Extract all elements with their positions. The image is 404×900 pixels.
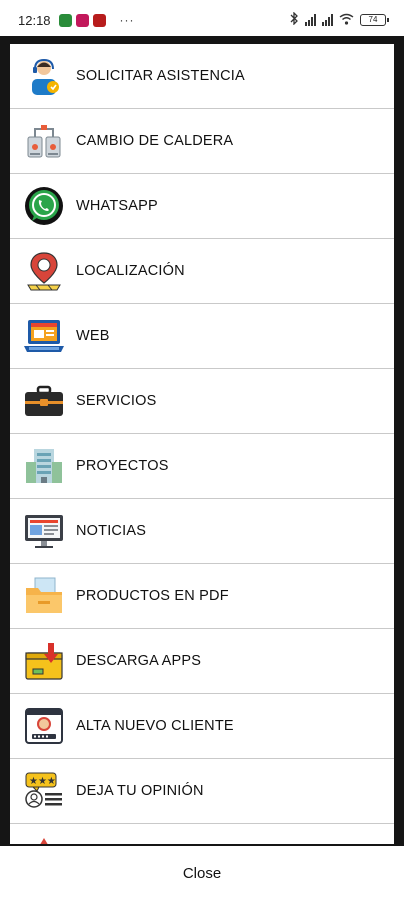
download-box-icon xyxy=(20,637,68,685)
status-bar: 12:18 ··· 74 xyxy=(0,0,404,40)
menu-item-label: SOLICITAR ASISTENCIA xyxy=(76,68,245,84)
review-rating-icon: ★★★ xyxy=(20,767,68,815)
signal-icon xyxy=(322,14,333,26)
whatsapp-notification-icon xyxy=(58,13,72,27)
menu-item-label: PROYECTOS xyxy=(76,458,169,474)
menu-item-deja-tu-opinion[interactable]: ★★★ DEJA TU OPINIÓN xyxy=(10,759,394,824)
svg-text:★★★: ★★★ xyxy=(29,776,56,787)
menu-item-web[interactable]: WEB xyxy=(10,304,394,369)
menu-dialog: SOLICITAR ASISTENCIA CAMBIO DE CALDERA W… xyxy=(10,44,394,844)
app-notification-icon xyxy=(92,13,106,27)
building-icon xyxy=(20,442,68,490)
menu-item-label: PRODUCTOS EN PDF xyxy=(76,588,229,604)
whatsapp-icon xyxy=(20,182,68,230)
menu-item-solicitar-asistencia[interactable]: SOLICITAR ASISTENCIA xyxy=(10,44,394,109)
menu-item-productos-en-pdf[interactable]: PRODUCTOS EN PDF xyxy=(10,564,394,629)
battery-icon: 74 xyxy=(360,14,389,26)
wifi-icon xyxy=(339,13,354,28)
signal-icon xyxy=(305,14,316,26)
menu-item-noticias[interactable]: NOTICIAS xyxy=(10,499,394,564)
menu-item-cambio-de-caldera[interactable]: CAMBIO DE CALDERA xyxy=(10,109,394,174)
app-notification-icon xyxy=(75,13,89,27)
menu-item-label: LOCALIZACIÓN xyxy=(76,263,185,279)
briefcase-icon xyxy=(20,377,68,425)
menu-item-label: DEJA TU OPINIÓN xyxy=(76,783,204,799)
menu-item-descarga-apps[interactable]: DESCARGA APPS xyxy=(10,629,394,694)
news-monitor-icon xyxy=(20,507,68,555)
partial-item-icon xyxy=(20,832,68,844)
menu-item-label: ALTA NUEVO CLIENTE xyxy=(76,718,234,734)
menu-item-label: CAMBIO DE CALDERA xyxy=(76,133,234,149)
menu-item-alta-nuevo-cliente[interactable]: ALTA NUEVO CLIENTE xyxy=(10,694,394,759)
laptop-web-icon xyxy=(20,312,68,360)
support-agent-icon xyxy=(20,52,68,100)
menu-item-label: DESCARGA APPS xyxy=(76,653,202,669)
location-pin-icon xyxy=(20,247,68,295)
close-button[interactable]: Close xyxy=(183,865,221,882)
dialog-footer: Close xyxy=(0,846,404,900)
menu-item-label: NOTICIAS xyxy=(76,523,147,539)
menu-item-whatsapp[interactable]: WHATSAPP xyxy=(10,174,394,239)
menu-item-partial[interactable] xyxy=(10,824,394,844)
more-notifications-icon: ··· xyxy=(119,13,135,27)
folder-icon xyxy=(20,572,68,620)
menu-item-label: WHATSAPP xyxy=(76,198,158,214)
menu-list: SOLICITAR ASISTENCIA CAMBIO DE CALDERA W… xyxy=(10,44,394,844)
menu-item-localizacion[interactable]: LOCALIZACIÓN xyxy=(10,239,394,304)
menu-item-label: WEB xyxy=(76,328,110,344)
new-client-icon xyxy=(20,702,68,750)
bluetooth-icon xyxy=(290,11,299,28)
menu-item-label: SERVICIOS xyxy=(76,393,157,409)
status-time: 12:18 xyxy=(18,12,51,28)
status-indicators: 74 xyxy=(290,11,389,28)
menu-item-servicios[interactable]: SERVICIOS xyxy=(10,369,394,434)
menu-item-proyectos[interactable]: PROYECTOS xyxy=(10,434,394,499)
boiler-icon xyxy=(20,117,68,165)
